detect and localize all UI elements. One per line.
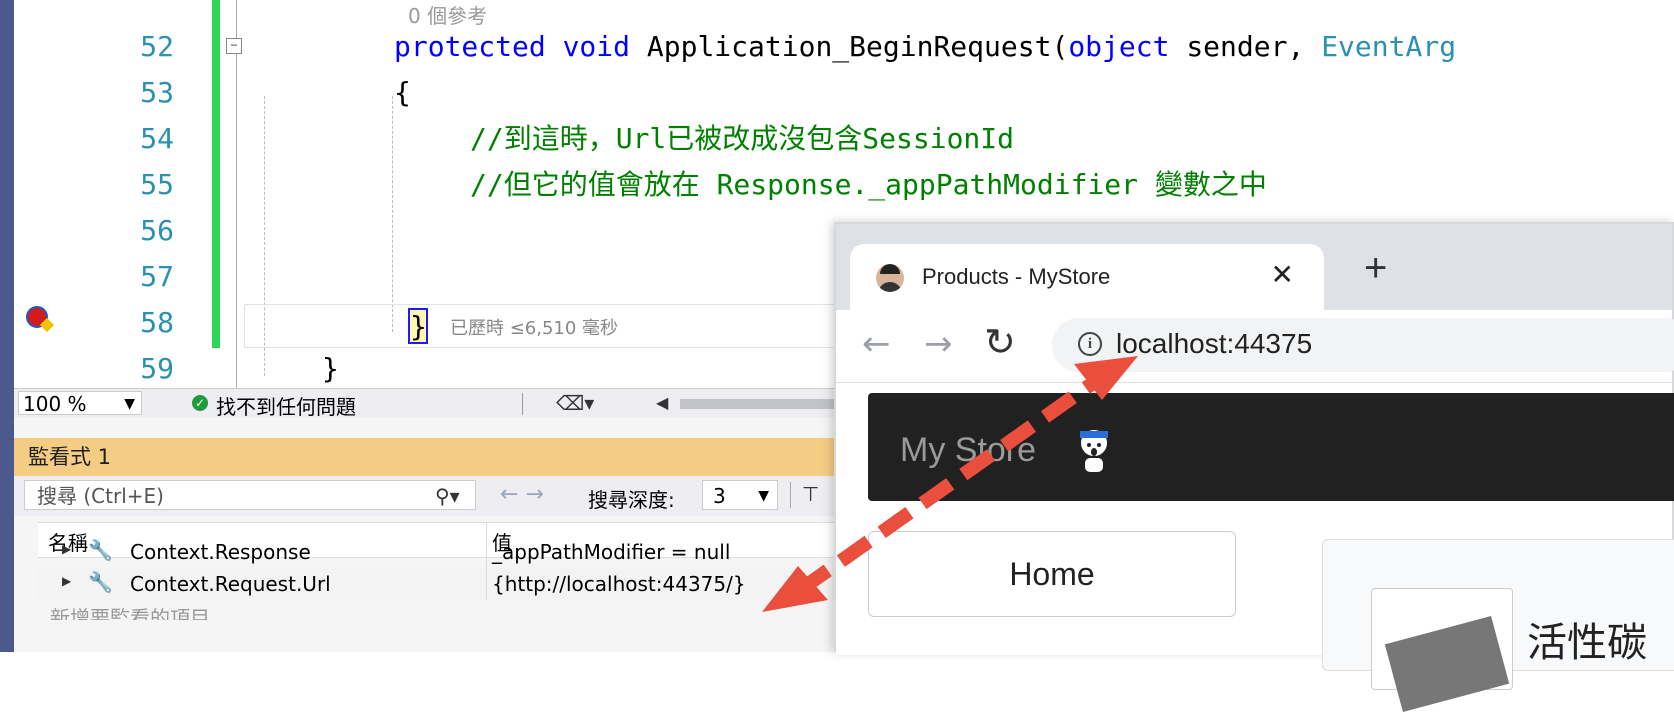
- browser-toolbar: ← → ↻ i localhost:44375: [836, 310, 1674, 382]
- site-brand[interactable]: My Store: [900, 431, 1036, 470]
- line-number: 55: [140, 168, 174, 201]
- watch-row-value[interactable]: _appPathModifier = null: [492, 540, 730, 564]
- watch-row-name[interactable]: Context.Response: [130, 540, 311, 564]
- horizontal-scrollbar[interactable]: [680, 399, 840, 409]
- search-placeholder: 搜尋 (Ctrl+E): [37, 484, 164, 508]
- line-number: 58: [140, 306, 174, 339]
- indent-guide: [392, 96, 393, 332]
- tab-strip: Products - MyStore ✕ +: [836, 224, 1672, 310]
- closing-brace-highlight[interactable]: }: [408, 308, 428, 344]
- product-title[interactable]: 活性碳: [1527, 610, 1647, 668]
- code-comment[interactable]: //到這時，Url已被改成沒包含SessionId: [470, 116, 1014, 162]
- keyword: object: [1068, 30, 1170, 63]
- column-divider: [486, 536, 487, 568]
- close-tab-icon[interactable]: ✕: [1271, 258, 1294, 291]
- type-name: EventArg: [1321, 30, 1457, 63]
- forward-arrow-icon[interactable]: →: [924, 324, 953, 364]
- watch-row[interactable]: ▶ 🔧 Context.Request.Url {http://localhos…: [38, 568, 844, 600]
- watch-panel: 監看式 1 搜尋 (Ctrl+E) ⚲▾ ← → 搜尋深度: 3 ▼ ⊤ 名稱 值…: [14, 418, 844, 652]
- line-number: 56: [140, 214, 174, 247]
- change-tracking-bar: [212, 0, 220, 348]
- search-icon[interactable]: ⚲▾: [435, 481, 460, 511]
- watch-toolbar: 搜尋 (Ctrl+E) ⚲▾ ← → 搜尋深度: 3 ▼ ⊤: [14, 476, 844, 516]
- chevron-down-icon: ▼: [758, 488, 769, 504]
- site-info-icon[interactable]: i: [1078, 332, 1102, 356]
- browser-window: Products - MyStore ✕ + ← → ↻ i localhost…: [834, 222, 1674, 690]
- line-number: 59: [140, 352, 174, 385]
- keyword: protected: [394, 30, 546, 63]
- code-comment[interactable]: //但它的值會放在 Response._appPathModifier 變數之中: [470, 162, 1267, 208]
- pin-icon[interactable]: ⊤: [802, 482, 819, 506]
- collapse-icon[interactable]: −: [226, 38, 242, 54]
- search-nav-arrows-icon[interactable]: ← →: [500, 482, 544, 507]
- code-line-52[interactable]: protected void Application_BeginRequest(…: [394, 24, 1456, 70]
- method-signature: Application_BeginRequest(: [630, 30, 1069, 63]
- favicon-avatar-icon: [876, 264, 904, 292]
- watch-row[interactable]: ▶ 🔧 Context.Response _appPathModifier = …: [38, 536, 844, 568]
- zoom-value: 100 %: [23, 392, 87, 416]
- line-number: 52: [140, 30, 174, 63]
- watch-panel-title[interactable]: 監看式 1: [14, 438, 844, 476]
- fold-guide: [236, 0, 237, 388]
- watch-row-name[interactable]: Context.Request.Url: [130, 572, 331, 596]
- expand-arrow-icon[interactable]: ▶: [62, 542, 71, 556]
- line-number: 54: [140, 122, 174, 155]
- code-line-53[interactable]: {: [394, 70, 411, 116]
- ide-frame-left: [0, 0, 14, 652]
- scroll-left-icon[interactable]: ◀: [656, 393, 668, 412]
- browser-tab[interactable]: Products - MyStore ✕: [850, 244, 1324, 310]
- address-url[interactable]: localhost:44375: [1116, 328, 1312, 360]
- editor-status-bar: 100 % ▼ ✓ 找不到任何問題 ⌫▾ ◀: [14, 388, 844, 419]
- watch-row-value[interactable]: {http://localhost:44375/}: [492, 572, 746, 596]
- tab-title: Products - MyStore: [922, 264, 1111, 289]
- column-divider: [486, 568, 487, 600]
- reload-icon[interactable]: ↻: [984, 320, 1016, 364]
- zoom-dropdown[interactable]: 100 % ▼: [18, 391, 142, 416]
- chevron-down-icon: ▼: [124, 396, 135, 412]
- watch-search-input[interactable]: 搜尋 (Ctrl+E) ⚲▾: [24, 480, 476, 510]
- keyword: void: [562, 30, 631, 63]
- back-arrow-icon[interactable]: ←: [862, 324, 891, 364]
- breakpoint-current-statement-icon[interactable]: [26, 306, 48, 328]
- site-navbar: My Store: [868, 393, 1674, 501]
- address-bar[interactable]: i localhost:44375: [1052, 318, 1674, 372]
- depth-value: 3: [713, 484, 726, 508]
- new-tab-plus-icon[interactable]: +: [1364, 248, 1387, 288]
- line-number: 57: [140, 260, 174, 293]
- web-page: My Store Home 活性碳: [836, 382, 1674, 690]
- perf-tip-elapsed: 已歷時 ≤6,510 毫秒: [450, 318, 619, 339]
- property-wrench-icon: 🔧: [88, 570, 113, 594]
- code-line-59[interactable]: }: [322, 346, 339, 392]
- add-item-placeholder[interactable]: 新增要監看的項目: [50, 602, 210, 620]
- home-nav-button[interactable]: Home: [868, 531, 1236, 617]
- watch-add-item-row[interactable]: 新增要監看的項目: [38, 600, 844, 620]
- search-depth-dropdown[interactable]: 3 ▼: [702, 480, 778, 510]
- check-circle-icon: ✓: [192, 395, 208, 411]
- issues-status[interactable]: 找不到任何問題: [216, 391, 356, 420]
- line-number: 53: [140, 76, 174, 109]
- divider: [522, 393, 523, 415]
- product-image[interactable]: [1371, 588, 1513, 690]
- divider: [790, 482, 791, 508]
- expand-arrow-icon[interactable]: ▶: [62, 574, 71, 588]
- code-cleanup-icon[interactable]: ⌫▾: [556, 391, 594, 415]
- product-card[interactable]: 活性碳: [1322, 539, 1674, 690]
- property-wrench-icon: 🔧: [88, 538, 113, 562]
- brand-mascot-icon: [1079, 428, 1109, 474]
- param-name: sender,: [1169, 30, 1322, 63]
- search-depth-label: 搜尋深度:: [588, 488, 675, 512]
